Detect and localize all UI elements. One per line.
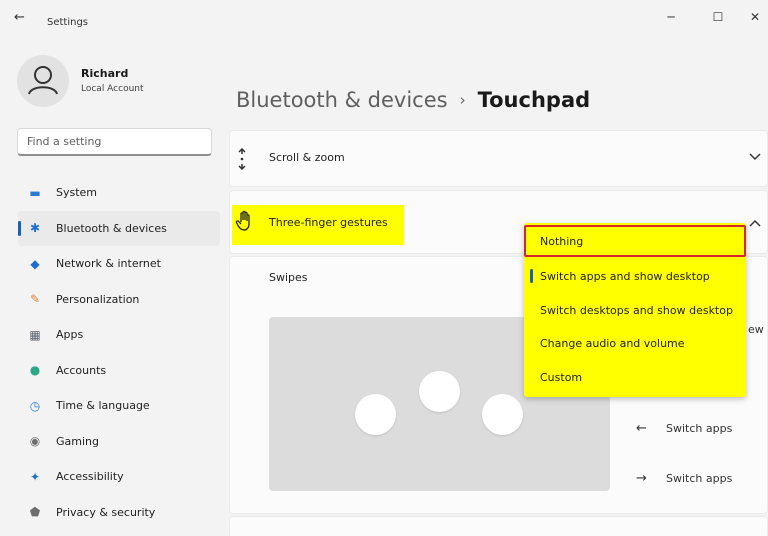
next-section[interactable]	[229, 516, 768, 536]
sidebar-item-accounts[interactable]: ● Accounts	[18, 353, 220, 389]
swipe-right-label: Switch apps	[666, 472, 733, 485]
finger-dot	[419, 371, 460, 412]
title-bar: ← Settings ─ ☐ ✕	[0, 0, 768, 34]
search-input[interactable]	[17, 128, 212, 156]
sidebar-nav: ▬ System ✱ Bluetooth & devices ◆ Network…	[18, 175, 220, 530]
option-label: Switch apps and show desktop	[540, 269, 710, 283]
dropdown-option-switch-desktops[interactable]: Switch desktops and show desktop	[524, 294, 746, 326]
breadcrumb: Bluetooth & devices › Touchpad	[236, 88, 590, 112]
option-label: Switch desktops and show desktop	[540, 303, 733, 317]
hand-icon	[235, 210, 250, 231]
apps-icon: ▦	[29, 327, 41, 342]
dropdown-option-switch-apps[interactable]: Switch apps and show desktop	[524, 260, 746, 292]
dropdown-option-nothing[interactable]: Nothing	[524, 225, 746, 257]
sidebar-item-bluetooth-devices[interactable]: ✱ Bluetooth & devices	[18, 210, 220, 246]
monitor-icon: ▬	[29, 185, 41, 200]
partial-text: ew	[748, 323, 764, 336]
sidebar-item-label: Accounts	[56, 363, 107, 377]
scroll-icon	[238, 148, 246, 170]
chevron-down-icon	[749, 153, 761, 161]
bluetooth-icon: ✱	[29, 221, 41, 236]
globe-clock-icon: ◷	[29, 398, 41, 413]
sidebar-item-time-language[interactable]: ◷ Time & language	[18, 388, 220, 424]
sidebar-item-label: System	[56, 186, 98, 200]
sidebar-item-network-internet[interactable]: ◆ Network & internet	[18, 246, 220, 282]
account-type: Local Account	[81, 84, 144, 94]
section-label: Scroll & zoom	[269, 151, 345, 164]
sidebar-item-label: Personalization	[56, 292, 140, 306]
sidebar-item-label: Privacy & security	[56, 505, 156, 519]
sidebar-item-gaming[interactable]: ◉ Gaming	[18, 424, 220, 460]
sidebar-item-label: Gaming	[56, 434, 99, 448]
profile-name: Richard	[81, 67, 129, 80]
sidebar-item-privacy-security[interactable]: ⬟ Privacy & security	[18, 495, 220, 531]
app-title: Settings	[47, 17, 89, 28]
sidebar-item-apps[interactable]: ▦ Apps	[18, 317, 220, 353]
sidebar-item-label: Apps	[56, 328, 84, 342]
sidebar-item-label: Time & language	[56, 399, 150, 413]
sidebar-item-accessibility[interactable]: ✦ Accessibility	[18, 459, 220, 495]
arrow-left-icon: ←	[636, 421, 647, 436]
swipe-left-action: ← Switch apps	[636, 421, 732, 436]
swipes-label: Swipes	[269, 271, 308, 284]
swipe-left-label: Switch apps	[666, 422, 733, 435]
dropdown-option-custom[interactable]: Custom	[524, 361, 746, 393]
scroll-zoom-section[interactable]: Scroll & zoom	[229, 130, 768, 187]
breadcrumb-parent[interactable]: Bluetooth & devices	[236, 88, 448, 112]
person-icon: ●	[29, 363, 41, 378]
swipes-dropdown-menu: Nothing Switch apps and show desktop Swi…	[524, 223, 746, 397]
close-button[interactable]: ✕	[748, 10, 762, 24]
avatar[interactable]	[17, 55, 69, 107]
person-icon	[28, 66, 58, 95]
selected-indicator	[530, 269, 533, 283]
sidebar-item-label: Bluetooth & devices	[56, 221, 167, 235]
chevron-up-icon[interactable]	[749, 219, 761, 227]
sidebar-item-system[interactable]: ▬ System	[18, 175, 220, 211]
minimize-button[interactable]: ─	[664, 10, 678, 24]
swipe-right-action: → Switch apps	[636, 471, 732, 486]
finger-dot	[355, 394, 396, 435]
page-title: Touchpad	[477, 88, 591, 112]
sidebar-item-label: Network & internet	[56, 257, 161, 271]
section-label: Three-finger gestures	[269, 216, 388, 229]
option-label: Nothing	[540, 234, 584, 248]
maximize-button[interactable]: ☐	[711, 10, 725, 24]
gamepad-icon: ◉	[29, 434, 41, 449]
back-button[interactable]: ←	[14, 11, 30, 25]
option-label: Change audio and volume	[540, 336, 685, 350]
shield-icon: ⬟	[29, 505, 41, 520]
breadcrumb-separator: ›	[459, 91, 466, 109]
wifi-icon: ◆	[30, 256, 40, 271]
brush-icon: ✎	[29, 292, 41, 307]
arrow-right-icon: →	[636, 471, 647, 486]
option-label: Custom	[540, 370, 583, 384]
finger-dot	[482, 394, 523, 435]
sidebar-item-label: Accessibility	[56, 470, 124, 484]
dropdown-option-audio-volume[interactable]: Change audio and volume	[524, 327, 746, 359]
sidebar-item-personalization[interactable]: ✎ Personalization	[18, 282, 220, 318]
accessibility-icon: ✦	[29, 469, 41, 484]
